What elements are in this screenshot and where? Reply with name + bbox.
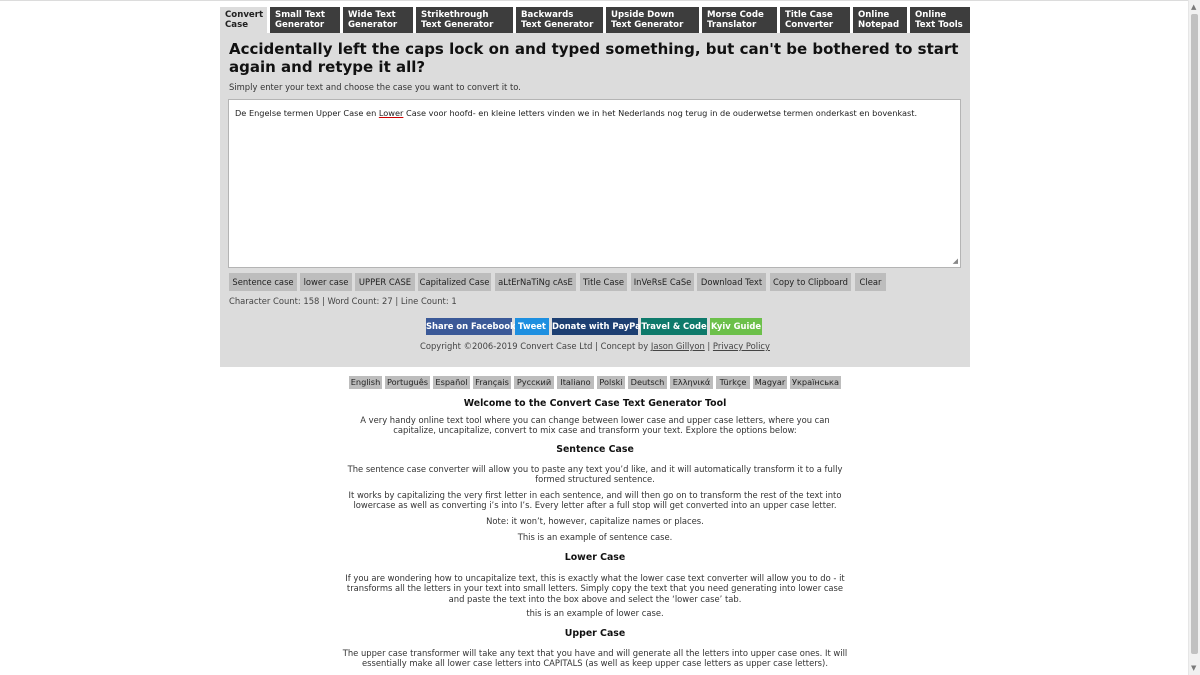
- sentence-case-button[interactable]: Sentence case: [229, 273, 297, 291]
- privacy-policy-link[interactable]: Privacy Policy: [713, 341, 770, 351]
- copyright-footer: Copyright ©2006-2019 Convert Case Ltd | …: [220, 341, 970, 351]
- browser-top-border: [0, 0, 1188, 1]
- text-input-area[interactable]: De Engelse termen Upper Case en Lower Ca…: [228, 99, 961, 268]
- upper-case-heading: Upper Case: [564, 628, 626, 639]
- welcome-heading: Welcome to the Convert Case Text Generat…: [463, 398, 727, 409]
- alternating-case-button[interactable]: aLtErNaTiNg cAsE: [495, 273, 576, 291]
- lang-espanol[interactable]: Español: [433, 376, 470, 389]
- tab-small-text-generator[interactable]: Small Text Generator: [270, 7, 340, 33]
- lang-ukrainian[interactable]: Українська: [790, 376, 841, 389]
- sentence-case-example: This is an example of sentence case.: [517, 532, 673, 542]
- tab-label-line2: Generator: [348, 20, 398, 30]
- tab-label-line2: Translator: [707, 20, 757, 30]
- kyiv-guide-button[interactable]: Kyiv Guide: [710, 318, 762, 335]
- lang-deutsch[interactable]: Deutsch: [628, 376, 667, 389]
- tab-label-line1: Wide Text: [348, 10, 396, 20]
- upper-case-button[interactable]: UPPER CASE: [355, 273, 415, 291]
- lang-english[interactable]: English: [349, 376, 382, 389]
- welcome-paragraph: A very handy online text tool where you …: [360, 415, 830, 436]
- capitalized-case-button[interactable]: Capitalized Case: [418, 273, 491, 291]
- page-title: Accidentally left the caps lock on and t…: [229, 40, 959, 76]
- clear-button[interactable]: Clear: [855, 273, 886, 291]
- tab-label-line2: Generator: [275, 20, 325, 30]
- sentence-case-note: Note: it won’t, however, capitalize name…: [486, 516, 704, 526]
- lower-case-button[interactable]: lower case: [300, 273, 352, 291]
- lang-portugues[interactable]: Português: [385, 376, 430, 389]
- tweet-button[interactable]: Tweet: [515, 318, 549, 335]
- author-link[interactable]: Jason Gillyon: [651, 341, 705, 351]
- tab-upside-down-text-generator[interactable]: Upside Down Text Generator: [606, 7, 699, 33]
- tab-label-line1: Title Case: [785, 10, 833, 20]
- tab-backwards-text-generator[interactable]: Backwards Text Generator: [516, 7, 603, 33]
- resize-grip-icon[interactable]: ◢: [953, 258, 958, 265]
- tab-label-line1: Upside Down: [611, 10, 675, 20]
- title-case-button[interactable]: Title Case: [580, 273, 627, 291]
- text-statistics: Character Count: 158 | Word Count: 27 | …: [229, 296, 457, 306]
- copyright-separator: |: [704, 341, 713, 351]
- tab-convert-case[interactable]: Convert Case: [220, 7, 267, 34]
- tab-label-line1: Strikethrough: [421, 10, 489, 20]
- spellcheck-underlined-word: Lower: [378, 108, 404, 118]
- instructions-text: Simply enter your text and choose the ca…: [229, 82, 521, 92]
- tool-navigation: Convert Case Small Text Generator Wide T…: [220, 7, 970, 34]
- sentence-case-heading: Sentence Case: [556, 444, 634, 455]
- tab-title-case-converter[interactable]: Title Case Converter: [780, 7, 850, 33]
- tab-online-text-tools[interactable]: Online Text Tools: [910, 7, 970, 33]
- tab-label-line2: Text Generator: [521, 20, 594, 30]
- text-content-part: De Engelse termen Upper Case en: [235, 108, 379, 118]
- converter-panel: Accidentally left the caps lock on and t…: [220, 33, 970, 367]
- tab-label-line1: Small Text: [275, 10, 326, 20]
- lang-polski[interactable]: Polski: [597, 376, 625, 389]
- lower-case-heading: Lower Case: [564, 552, 626, 563]
- sentence-case-paragraph: It works by capitalizing the very first …: [348, 490, 842, 511]
- copy-to-clipboard-button[interactable]: Copy to Clipboard: [770, 273, 851, 291]
- tab-morse-code-translator[interactable]: Morse Code Translator: [702, 7, 777, 33]
- scroll-up-arrow-icon[interactable]: ▲: [1191, 3, 1196, 11]
- text-content-part: Case voor hoofd- en kleine letters vinde…: [403, 108, 918, 118]
- tab-label-line2: Text Generator: [421, 20, 494, 30]
- inverse-case-button[interactable]: InVeRsE CaSe: [631, 273, 694, 291]
- share-facebook-button[interactable]: Share on Facebook: [426, 318, 516, 335]
- tab-label-line1: Online: [915, 10, 947, 20]
- tab-label-line2: Case: [225, 20, 249, 30]
- tab-label-line2: Text Generator: [611, 20, 684, 30]
- tab-label-line2: Converter: [785, 20, 834, 30]
- lang-magyar[interactable]: Magyar: [753, 376, 787, 389]
- lower-case-paragraph: If you are wondering how to uncapitalize…: [345, 573, 845, 604]
- sentence-case-paragraph: The sentence case converter will allow y…: [347, 464, 843, 485]
- tab-label-line2: Text Tools: [915, 20, 963, 30]
- page-scrollbar[interactable]: ▲ ▼: [1188, 0, 1200, 675]
- tab-label-line1: Online: [858, 10, 890, 20]
- lang-francais[interactable]: Français: [473, 376, 511, 389]
- lang-italiano[interactable]: Italiano: [557, 376, 594, 389]
- tab-label-line1: Backwards: [521, 10, 574, 20]
- upper-case-paragraph: The upper case transformer will take any…: [342, 648, 848, 669]
- donate-paypal-button[interactable]: Donate with PayPal: [552, 318, 644, 335]
- tab-strikethrough-text-generator[interactable]: Strikethrough Text Generator: [416, 7, 513, 33]
- tab-online-notepad[interactable]: Online Notepad: [853, 7, 907, 33]
- lower-case-example: this is an example of lower case.: [526, 608, 664, 618]
- lang-russian[interactable]: Русский: [514, 376, 554, 389]
- lang-greek[interactable]: Ελληνικά: [670, 376, 713, 389]
- tab-label-line1: Convert: [225, 10, 264, 20]
- lang-turkce[interactable]: Türkçe: [716, 376, 750, 389]
- tab-label-line1: Morse Code: [707, 10, 764, 20]
- scroll-down-arrow-icon[interactable]: ▼: [1191, 664, 1196, 672]
- travel-code-button[interactable]: Travel & Code: [641, 318, 707, 335]
- scrollbar-thumb[interactable]: [1191, 14, 1198, 654]
- tab-wide-text-generator[interactable]: Wide Text Generator: [343, 7, 413, 33]
- tab-label-line2: Notepad: [858, 20, 900, 30]
- copyright-text: Copyright ©2006-2019 Convert Case Ltd | …: [419, 341, 651, 351]
- download-text-button[interactable]: Download Text: [697, 273, 766, 291]
